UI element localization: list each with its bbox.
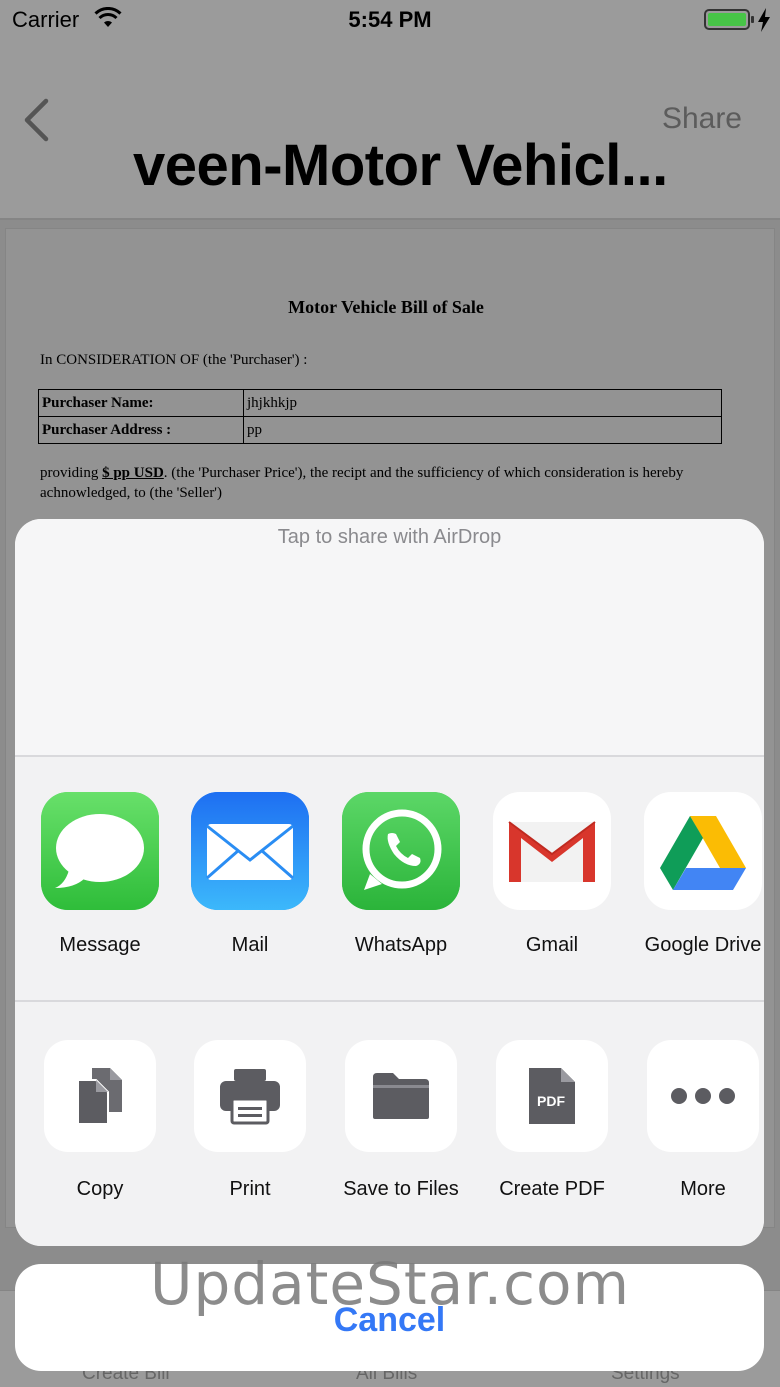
share-app-label: Google Drive	[644, 934, 762, 956]
message-icon	[41, 792, 159, 910]
print-icon	[194, 1040, 306, 1152]
clock: 5:54 PM	[348, 7, 432, 32]
status-bar: Carrier 5:54 PM	[0, 0, 780, 40]
action-label: Save to Files	[343, 1178, 459, 1200]
price-amount: $ pp USD	[102, 465, 164, 481]
price-paragraph: providing $ pp USD. (the 'Purchaser Pric…	[40, 463, 740, 503]
pdf-icon: PDF	[496, 1040, 608, 1152]
share-app-label: WhatsApp	[354, 934, 448, 956]
page-title: veen-Motor Vehicl...	[133, 133, 668, 198]
share-app-label: Mail	[231, 934, 269, 956]
charging-icon	[758, 8, 770, 32]
para-prefix: providing	[40, 465, 103, 481]
copy-icon	[44, 1040, 156, 1152]
purchaser-name-value: jhjkhkjp	[243, 389, 722, 417]
share-app-label: Gmail	[525, 934, 579, 956]
share-app-label: Message	[59, 934, 141, 956]
action-label: Copy	[76, 1178, 124, 1200]
action-create-pdf[interactable]: PDF Create PDF	[477, 1040, 627, 1201]
share-app-mail[interactable]: Mail	[175, 792, 325, 957]
whatsapp-icon	[342, 792, 460, 910]
airdrop-area[interactable]	[15, 519, 764, 755]
cancel-label: Cancel	[333, 1301, 446, 1339]
action-label: Create PDF	[499, 1178, 605, 1200]
battery-icon	[704, 9, 754, 30]
action-print[interactable]: Print	[175, 1040, 325, 1201]
folder-icon	[345, 1040, 457, 1152]
purchaser-name-label: Purchaser Name:	[38, 389, 244, 417]
share-button[interactable]: Share	[662, 102, 742, 136]
share-actions-row: Copy Print Save to Files PDF Create PDF …	[15, 1002, 764, 1246]
gmail-icon	[493, 792, 611, 910]
action-save-to-files[interactable]: Save to Files	[326, 1040, 476, 1201]
cancel-button[interactable]: Cancel	[15, 1264, 764, 1371]
action-more[interactable]: More	[628, 1040, 764, 1201]
action-copy[interactable]: Copy	[25, 1040, 175, 1201]
share-sheet: Tap to share with AirDrop Message Mail W…	[15, 519, 764, 1246]
back-chevron-icon[interactable]	[22, 98, 50, 142]
airdrop-label: Tap to share with AirDrop	[277, 526, 502, 548]
purchaser-table: Purchaser Name: jhjkhkjp Purchaser Addre…	[38, 389, 722, 444]
more-icon	[647, 1040, 759, 1152]
document-title: Motor Vehicle Bill of Sale	[288, 297, 484, 317]
share-app-whatsapp[interactable]: WhatsApp	[326, 792, 476, 957]
share-app-message[interactable]: Message	[25, 792, 175, 957]
action-label: More	[680, 1178, 726, 1200]
consideration-text: In CONSIDERATION OF (the 'Purchaser') :	[40, 352, 308, 368]
purchaser-address-label: Purchaser Address :	[38, 416, 244, 444]
table-row: Purchaser Address : pp	[38, 416, 722, 444]
share-app-gmail[interactable]: Gmail	[477, 792, 627, 957]
purchaser-address-value: pp	[243, 416, 722, 444]
mail-icon	[191, 792, 309, 910]
share-app-google-drive[interactable]: Google Drive	[628, 792, 764, 957]
pdf-badge: PDF	[537, 1093, 565, 1109]
action-label: Print	[229, 1178, 271, 1200]
google-drive-icon	[644, 792, 762, 910]
share-apps-row: Message Mail WhatsApp Gmail Google Drive	[15, 757, 764, 1000]
table-row: Purchaser Name: jhjkhkjp	[38, 389, 722, 417]
